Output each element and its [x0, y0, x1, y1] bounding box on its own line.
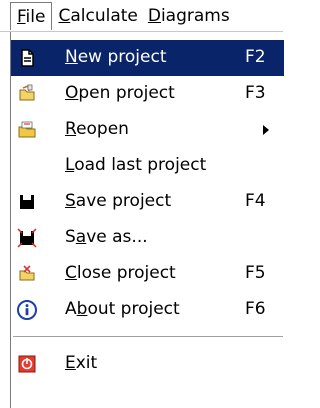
menu-file[interactable]: File	[10, 1, 53, 30]
menu-item-reopen[interactable]: Reopen	[11, 112, 284, 148]
menu-calculate[interactable]: Calculate	[54, 2, 141, 30]
menu-item-label: Open project	[65, 83, 175, 103]
menu-item-label: Close project	[65, 263, 176, 283]
close-folder-icon	[19, 265, 35, 281]
menu-item-label: Save as...	[65, 227, 148, 247]
shortcut-label: F4	[245, 191, 266, 211]
submenu-arrow-icon	[263, 125, 269, 135]
exit-icon	[18, 355, 36, 373]
menu-item-label: New project	[65, 47, 167, 67]
menu-item-save-project[interactable]: Save project F4	[11, 184, 284, 220]
menu-item-label: Reopen	[65, 119, 129, 139]
shortcut-label: F2	[245, 47, 266, 67]
menu-item-label: About project	[65, 299, 180, 319]
file-menu-dropdown: New project F2 Open project F3 Reopen Lo…	[10, 32, 284, 408]
menu-item-new-project[interactable]: New project F2	[11, 40, 284, 76]
document-icon	[21, 49, 34, 67]
menu-item-exit[interactable]: Exit	[11, 346, 284, 382]
floppy-disk-icon	[20, 195, 34, 209]
menu-item-save-as[interactable]: Save as...	[11, 220, 284, 256]
menu-item-about-project[interactable]: About project F6	[11, 292, 284, 328]
menu-item-load-last-project[interactable]: Load last project	[11, 148, 284, 184]
shortcut-label: F3	[245, 83, 266, 103]
menu-item-label: Exit	[65, 353, 98, 373]
menu-item-label: Load last project	[65, 155, 207, 175]
info-icon	[17, 300, 37, 320]
shortcut-label: F6	[245, 299, 266, 319]
shortcut-label: F5	[245, 263, 266, 283]
menu-separator	[13, 336, 283, 338]
open-folder-icon	[19, 84, 35, 101]
save-as-icon	[17, 228, 37, 248]
menu-diagrams[interactable]: Diagrams	[144, 2, 234, 30]
menu-item-close-project[interactable]: Close project F5	[11, 256, 284, 292]
menu-item-label: Save project	[65, 191, 172, 211]
reopen-folder-icon	[18, 121, 36, 138]
menu-item-open-project[interactable]: Open project F3	[11, 76, 284, 112]
menu-bar: File Calculate Diagrams	[0, 0, 283, 32]
